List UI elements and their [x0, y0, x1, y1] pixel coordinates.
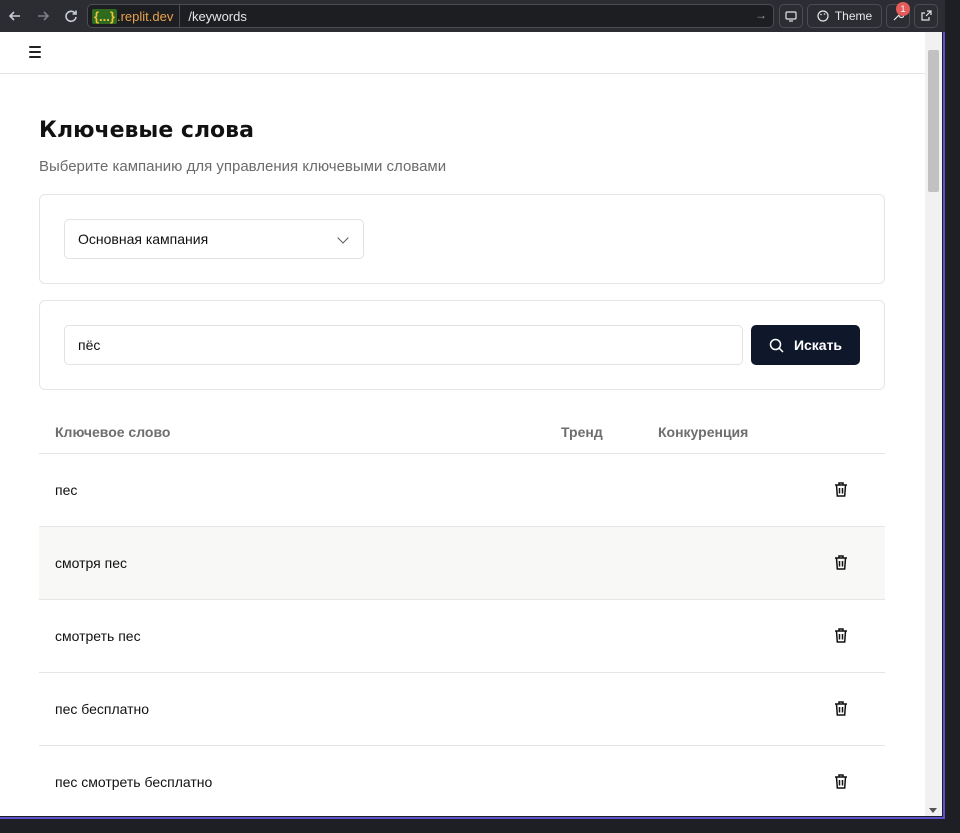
table-row: пес бесплатно — [39, 673, 885, 746]
app-topbar — [0, 32, 925, 74]
theme-button[interactable]: Theme — [807, 4, 882, 28]
back-icon[interactable] — [4, 5, 26, 27]
campaign-card: Основная кампания — [39, 194, 885, 284]
search-card: Искать — [39, 300, 885, 390]
trash-icon[interactable] — [834, 554, 848, 571]
hamburger-icon[interactable] — [29, 46, 41, 58]
campaign-select[interactable]: Основная кампания — [64, 219, 364, 259]
keyword-cell: пес бесплатно — [55, 701, 150, 717]
search-button-label: Искать — [793, 337, 843, 353]
keyword-cell: пес смотреть бесплатно — [55, 774, 213, 790]
address-bar[interactable]: {...} .replit.dev /keywords → — [87, 4, 774, 28]
scroll-down-arrow-icon[interactable] — [929, 808, 937, 813]
page-title: Ключевые слова — [39, 118, 254, 143]
trash-icon[interactable] — [834, 700, 848, 717]
url-braces: {...} — [92, 8, 117, 24]
table-row: смотреть пес — [39, 600, 885, 673]
external-link-icon — [921, 10, 932, 21]
trash-icon[interactable] — [834, 627, 848, 644]
notification-badge: 1 — [896, 2, 910, 16]
keywords-table: Ключевое слово Тренд Конкуренция пес смо… — [39, 410, 885, 816]
reload-icon[interactable] — [60, 5, 82, 27]
page-scrollbar[interactable] — [925, 32, 942, 816]
keyword-cell: смотреть пес — [55, 628, 141, 644]
keyword-search-input[interactable] — [64, 325, 743, 365]
go-arrow-icon[interactable]: → — [755, 8, 767, 22]
column-header-competition[interactable]: Конкуренция — [658, 424, 748, 440]
url-host-text: .replit.dev — [116, 8, 174, 24]
column-header-keyword[interactable]: Ключевое слово — [55, 424, 170, 440]
keyword-cell: пес — [55, 482, 78, 498]
table-row: пес смотреть бесплатно — [39, 746, 885, 816]
trash-icon[interactable] — [834, 481, 848, 498]
page-subtitle: Выберите кампанию для управления ключевы… — [39, 158, 447, 175]
devices-button[interactable] — [779, 4, 803, 28]
table-row: смотря пес — [39, 527, 885, 600]
theme-label: Theme — [834, 9, 873, 23]
scrollbar-thumb[interactable] — [928, 50, 939, 192]
campaign-select-value: Основная кампания — [78, 231, 209, 247]
table-row: пес — [39, 454, 885, 527]
open-external-button[interactable] — [914, 4, 938, 28]
page-viewport: Ключевые слова Выберите кампанию для упр… — [0, 32, 925, 816]
search-icon — [769, 338, 784, 353]
monitor-icon — [785, 10, 797, 22]
table-header: Ключевое слово Тренд Конкуренция — [39, 410, 885, 454]
chevron-down-icon — [337, 232, 349, 244]
forward-icon[interactable] — [32, 5, 54, 27]
url-host: {...} .replit.dev — [88, 5, 181, 27]
url-path: /keywords — [188, 8, 247, 24]
search-button[interactable]: Искать — [751, 325, 860, 365]
keyword-cell: смотря пес — [55, 555, 127, 571]
trash-icon[interactable] — [834, 773, 848, 790]
palette-icon — [817, 10, 829, 22]
column-header-trend[interactable]: Тренд — [561, 424, 603, 440]
